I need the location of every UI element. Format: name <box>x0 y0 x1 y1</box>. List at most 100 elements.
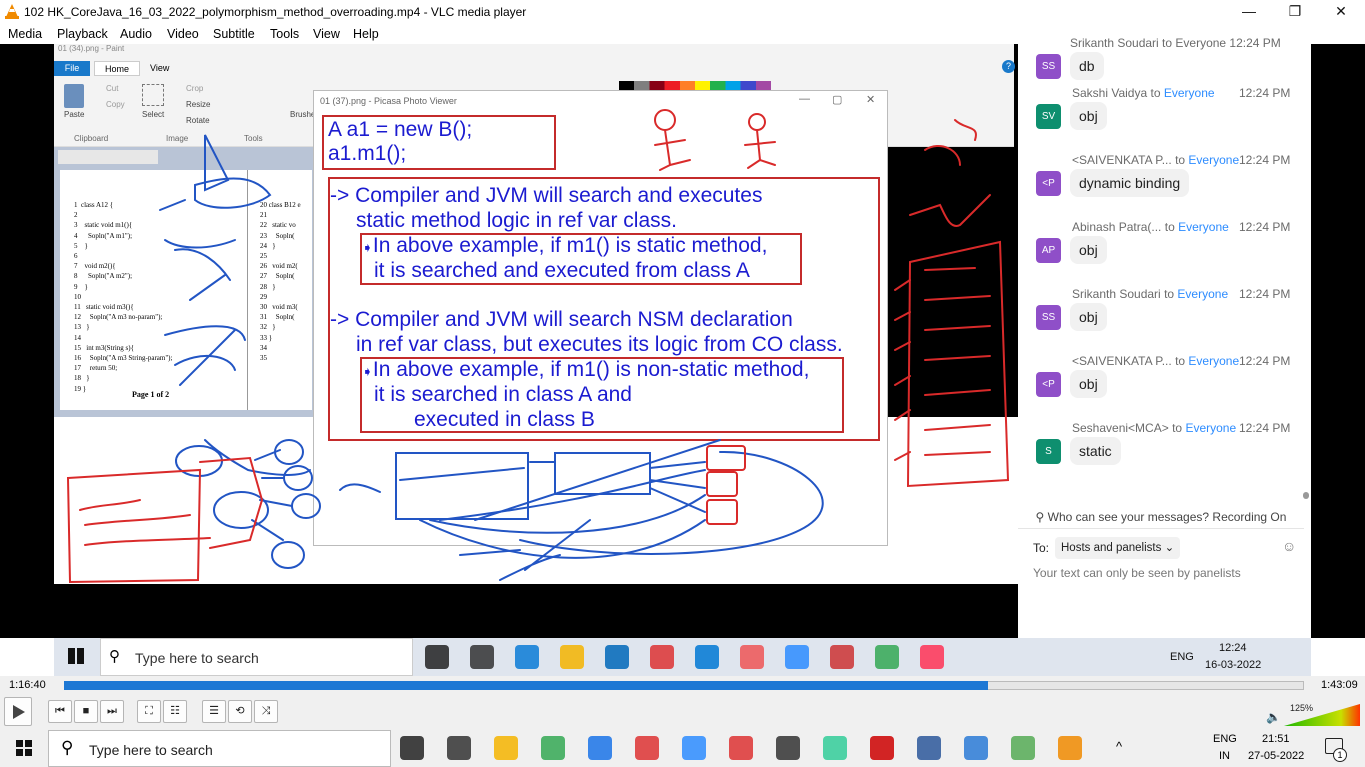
file-explorer-icon <box>560 645 584 669</box>
play-button[interactable] <box>4 697 32 726</box>
host-clock-time[interactable]: 21:51 <box>1262 733 1290 745</box>
sender-to: to <box>1164 287 1175 301</box>
avatar: <P <box>1036 171 1061 196</box>
recipient-dropdown[interactable]: Hosts and panelists ⌄ <box>1055 537 1181 559</box>
chevron-up-icon[interactable]: ^ <box>1116 739 1122 754</box>
search-icon: ⚲ <box>61 738 74 757</box>
sender-everyone: Everyone <box>1177 287 1229 301</box>
recorder-icon <box>740 645 764 669</box>
chat-message[interactable]: dynamic binding <box>1070 169 1190 197</box>
chat-message[interactable]: obj <box>1070 370 1107 398</box>
sender-name: Abinash Patra(... <box>1072 220 1162 234</box>
host-taskbar-icons <box>400 736 1110 762</box>
playlist-icon: ☰ <box>209 705 219 717</box>
chat-message[interactable]: obj <box>1070 102 1107 130</box>
video-right-border <box>1311 44 1365 638</box>
acrobat-icon[interactable] <box>870 736 894 760</box>
stop-icon: ■ <box>82 705 90 717</box>
extended-settings-button[interactable]: ☷ <box>163 700 187 723</box>
video-clock-time: 12:24 <box>1219 642 1247 654</box>
chat-panel: Srikanth Soudari to Everyone 12:24 PM SS… <box>1018 36 1311 638</box>
search-icon: ⚲ <box>109 648 120 665</box>
sender-everyone: Everyone <box>1178 220 1229 234</box>
chat-sender: <SAIVENKATA P... to Everyone <box>1072 153 1239 167</box>
chat-message-list[interactable]: SS db SV Sakshi Vaidya to Everyone 12:24 PM o… <box>1018 44 1311 514</box>
chat-scrollbar[interactable] <box>1302 44 1311 514</box>
zoom-icon <box>785 645 809 669</box>
elapsed-time: 1:16:40 <box>9 679 46 691</box>
edge-icon <box>515 645 539 669</box>
playlist-button[interactable]: ☰ <box>202 700 226 723</box>
widgets-icon <box>470 645 494 669</box>
emoji-icon[interactable]: ☺ <box>1282 538 1296 554</box>
sender-name: Seshaveni<MCA> <box>1072 421 1169 435</box>
cortana-icon[interactable] <box>400 736 424 760</box>
avatar: <P <box>1036 372 1061 397</box>
chat-message[interactable]: static <box>1070 437 1121 465</box>
task-view-icon[interactable] <box>447 736 471 760</box>
previous-icon: ⏮ <box>55 705 65 717</box>
host-taskbar: ⚲ Type here to search ^ ENG IN 21:51 27-… <box>0 730 1365 767</box>
windows-start-icon <box>68 648 84 664</box>
chat-time: 12:24 PM <box>1239 421 1291 435</box>
sender-to: to <box>1172 421 1183 435</box>
speaker-icon[interactable]: 🔈 <box>1266 710 1281 724</box>
store-icon[interactable] <box>588 736 612 760</box>
fullscreen-button[interactable]: ⛶ <box>137 700 161 723</box>
media-icon[interactable] <box>1011 736 1035 760</box>
shuffle-button[interactable]: ⤨ <box>254 700 278 723</box>
scroll-thumb[interactable] <box>1303 492 1309 499</box>
chat-message[interactable]: db <box>1070 52 1104 80</box>
chat-input[interactable]: Your text can only be seen by panelists <box>1033 566 1241 580</box>
fullscreen-icon: ⛶ <box>145 705 153 717</box>
sender-name: <SAIVENKATA P... <box>1072 153 1172 167</box>
host-clock-date[interactable]: 27-05-2022 <box>1248 750 1304 762</box>
vlc-icon[interactable] <box>1058 736 1082 760</box>
sender-everyone: Everyone <box>1185 421 1237 435</box>
chevron-down-icon: ⌄ <box>1164 542 1175 554</box>
excel-chart-icon[interactable] <box>823 736 847 760</box>
sender-to: to <box>1175 354 1186 368</box>
recorder-icon[interactable] <box>729 736 753 760</box>
previous-button[interactable]: ⏮ <box>48 700 72 723</box>
loop-button[interactable]: ⟲ <box>228 700 252 723</box>
chat-notice[interactable]: ⚲ Who can see your messages? Recording O… <box>1018 504 1304 530</box>
sender-name: Srikanth Soudari <box>1072 287 1161 301</box>
stop-button[interactable]: ■ <box>74 700 98 723</box>
sender-to: to <box>1150 86 1161 100</box>
volume-slider[interactable] <box>1284 704 1360 726</box>
chat-sender: Srikanth Soudari to Everyone <box>1072 287 1228 301</box>
word-icon[interactable] <box>917 736 941 760</box>
person-lock-icon: ⚲ <box>1035 510 1048 524</box>
video-search-text: Type here to search <box>135 650 259 666</box>
host-search-text: Type here to search <box>89 742 213 758</box>
file-explorer-icon[interactable] <box>494 736 518 760</box>
notification-count: 1 <box>1333 748 1347 762</box>
play-icon <box>13 705 25 719</box>
snip-icon[interactable] <box>635 736 659 760</box>
chrome-icon[interactable] <box>541 736 565 760</box>
task-view-icon <box>425 645 449 669</box>
host-lang[interactable]: ENG <box>1213 733 1237 745</box>
seek-progress <box>64 681 988 690</box>
chat-sender: <SAIVENKATA P... to Everyone <box>1072 354 1239 368</box>
sender-everyone: Everyone <box>1188 354 1240 368</box>
next-button[interactable]: ⏭ <box>100 700 124 723</box>
chat-time: 12:24 PM <box>1239 220 1291 234</box>
chat-message[interactable]: obj <box>1070 236 1107 264</box>
avatar: SS <box>1036 54 1061 79</box>
sender-name: Sakshi Vaidya <box>1072 86 1148 100</box>
sender-to: to <box>1164 220 1175 234</box>
chat-time: 12:24 PM <box>1239 153 1291 167</box>
total-time: 1:43:09 <box>1321 679 1358 691</box>
host-region[interactable]: IN <box>1219 750 1230 762</box>
next-icon: ⏭ <box>107 705 117 717</box>
windows-start-icon[interactable] <box>16 740 32 756</box>
host-search-box[interactable]: ⚲ Type here to search <box>48 730 391 767</box>
chat-message[interactable]: obj <box>1070 303 1107 331</box>
chat-sender: Seshaveni<MCA> to Everyone <box>1072 421 1236 435</box>
sender-name: <SAIVENKATA P... <box>1072 354 1172 368</box>
sticky-notes-icon[interactable] <box>776 736 800 760</box>
zoom-icon[interactable] <box>682 736 706 760</box>
photos-icon[interactable] <box>964 736 988 760</box>
